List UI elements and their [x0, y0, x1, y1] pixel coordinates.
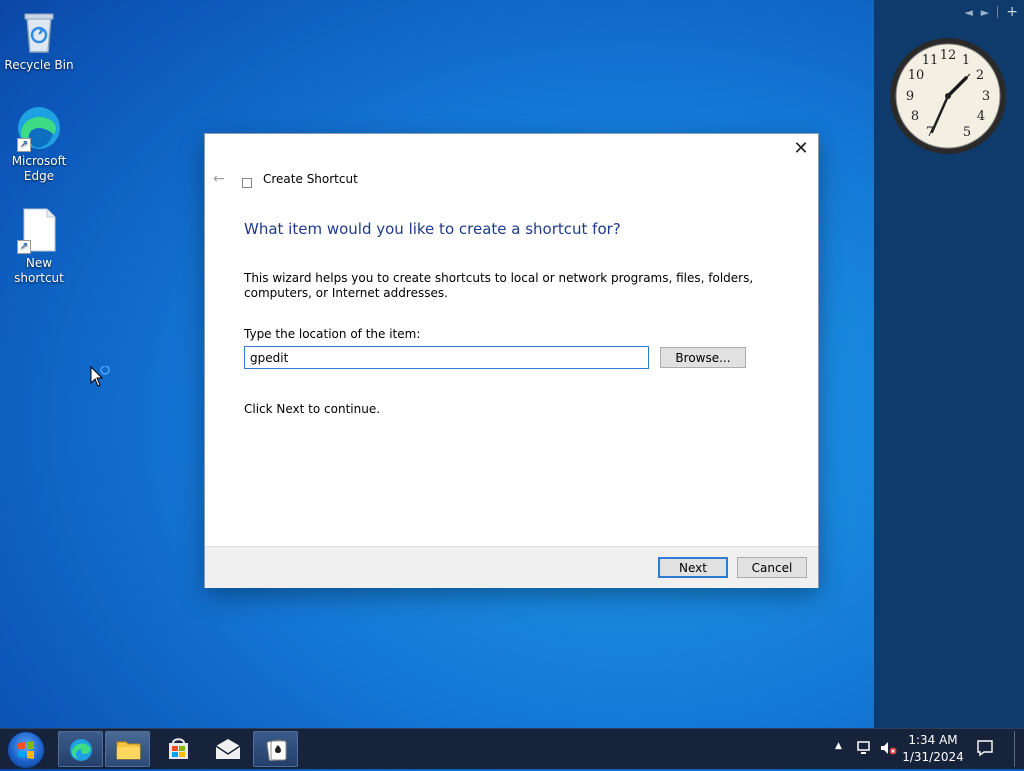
taskbar-mail-button[interactable]	[206, 731, 251, 767]
mail-icon	[215, 739, 241, 759]
clock-number-3: 3	[982, 89, 990, 104]
mouse-cursor-icon	[90, 365, 112, 393]
tray-show-hidden-icon[interactable]: ▲	[835, 741, 842, 751]
desktop-icon-label: Recycle Bin	[4, 58, 74, 72]
volume-muted-icon[interactable]	[879, 740, 897, 760]
gadget-sidebar: ◄ ► + 12 1 2 3 4 5 7 8 9 10 11	[874, 0, 1024, 728]
store-bag-icon	[169, 738, 188, 759]
dialog-title: Create Shortcut	[263, 172, 358, 186]
close-button[interactable]: ✕	[792, 140, 810, 158]
back-arrow-icon[interactable]: ←	[213, 171, 225, 187]
network-icon[interactable]	[856, 740, 874, 760]
tray-date[interactable]: 1/31/2024	[898, 749, 968, 765]
desktop-icon-new-shortcut[interactable]: ↗ New shortcut	[1, 206, 77, 286]
sidebar-controls: ◄ ► +	[964, 4, 1018, 20]
sidebar-prev-icon[interactable]: ◄	[964, 6, 972, 19]
edge-icon: ↗	[15, 104, 63, 152]
dialog-footer: Next Cancel	[205, 546, 818, 588]
clock-number-10: 10	[908, 68, 925, 83]
clock-number-8: 8	[911, 109, 919, 124]
clock-number-4: 4	[977, 109, 985, 124]
shortcut-arrow-icon: ↗	[17, 240, 31, 254]
clock-gadget[interactable]: 12 1 2 3 4 5 7 8 9 10 11	[888, 36, 1008, 156]
continue-text: Click Next to continue.	[244, 402, 381, 416]
next-button[interactable]: Next	[658, 557, 728, 578]
location-input[interactable]	[244, 346, 649, 369]
clock-number-2: 2	[976, 68, 984, 83]
location-label: Type the location of the item:	[244, 327, 421, 341]
cards-icon	[266, 739, 287, 762]
shortcut-icon	[242, 178, 252, 188]
show-desktop-button[interactable]	[1014, 731, 1021, 767]
desktop-icon-microsoft-edge[interactable]: ↗ Microsoft Edge	[1, 104, 77, 184]
desktop-icon-label: Microsoft Edge	[11, 154, 67, 183]
taskbar: ▲ 1:34 AM 1/31/2024	[0, 728, 1024, 769]
desktop-icon-recycle-bin[interactable]: Recycle Bin	[1, 8, 77, 73]
start-button[interactable]	[8, 732, 44, 768]
shortcut-arrow-icon: ↗	[17, 138, 31, 152]
folder-icon	[116, 741, 141, 760]
edge-icon	[70, 739, 92, 761]
create-shortcut-dialog: ✕ ← Create Shortcut What item would you …	[205, 134, 818, 588]
tray-time[interactable]: 1:34 AM	[898, 732, 968, 748]
taskbar-file-explorer-button[interactable]	[105, 731, 150, 767]
cancel-button[interactable]: Cancel	[737, 557, 807, 578]
dialog-description: This wizard helps you to create shortcut…	[244, 271, 754, 300]
desktop-icon-label: New shortcut	[14, 256, 64, 285]
action-center-icon[interactable]	[976, 739, 994, 761]
sidebar-separator	[997, 6, 999, 18]
dialog-heading: What item would you like to create a sho…	[244, 220, 621, 238]
taskbar-solitaire-button[interactable]	[253, 731, 298, 767]
windows-logo-icon	[18, 741, 34, 759]
sidebar-add-gadget-icon[interactable]: +	[1006, 4, 1018, 20]
browse-button[interactable]: Browse...	[660, 347, 746, 368]
clock-number-12: 12	[940, 48, 957, 63]
taskbar-store-button[interactable]	[156, 731, 201, 767]
sidebar-next-icon[interactable]: ►	[981, 6, 989, 19]
clock-number-5: 5	[963, 125, 971, 140]
clock-number-1: 1	[962, 53, 970, 68]
clock-number-9: 9	[906, 89, 914, 104]
blank-file-icon: ↗	[15, 206, 63, 254]
recycle-bin-icon	[15, 8, 63, 56]
clock-number-11: 11	[922, 53, 939, 68]
taskbar-edge-button[interactable]	[58, 731, 103, 767]
